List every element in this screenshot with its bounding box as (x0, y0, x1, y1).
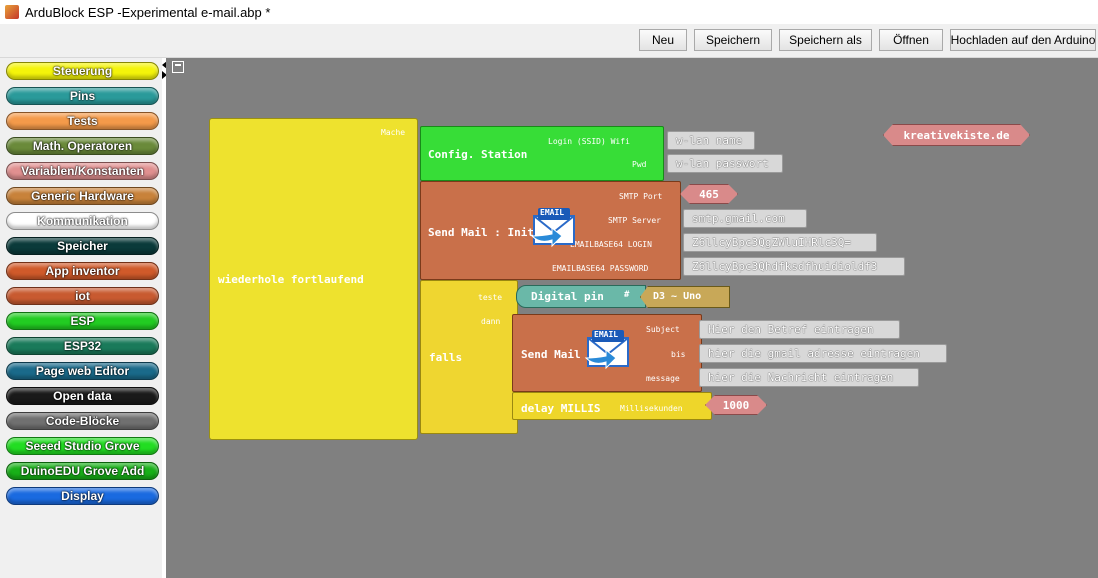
loop-socket-label: Mache (381, 128, 406, 137)
category-pins[interactable]: Pins (6, 87, 159, 105)
category-esp32[interactable]: ESP32 (6, 337, 159, 355)
pwd-label: Pwd (632, 160, 647, 169)
kreativekiste-label-block[interactable]: kreativekiste.de (883, 124, 1030, 146)
save-button[interactable]: Speichern (694, 29, 772, 51)
message-value[interactable]: hier die Nachricht eintragen (699, 368, 919, 387)
save-as-button[interactable]: Speichern als (779, 29, 872, 51)
open-button[interactable]: Öffnen (879, 29, 943, 51)
category-math-operatoren[interactable]: Math. Operatoren (6, 137, 159, 155)
digital-pin-label: Digital pin (531, 290, 604, 303)
digital-pin-hash: # (624, 290, 630, 300)
smtp-server-label: SMTP Server (608, 216, 661, 225)
category-duinoedu-grove-add[interactable]: DuinoEDU Grove Add (6, 462, 159, 480)
to-value[interactable]: hier die gmail adresse eintragen (699, 344, 947, 363)
config-station-label: Config. Station (428, 148, 528, 161)
category-iot[interactable]: iot (6, 287, 159, 305)
to-label: bis (671, 350, 686, 359)
new-button[interactable]: Neu (639, 29, 687, 51)
delay-ms-label: Millisekunden (620, 404, 683, 413)
login-value[interactable]: Z6llcyBpc3QgZWluIHRlc3Q= (683, 233, 877, 252)
block-palette: Steuerung Pins Tests Math. Operatoren Va… (0, 58, 162, 578)
category-open-data[interactable]: Open data (6, 387, 159, 405)
category-page-web-editor[interactable]: Page web Editor (6, 362, 159, 380)
category-kommunikation[interactable]: Kommunikation (6, 212, 159, 230)
smtp-port-label: SMTP Port (619, 192, 663, 201)
category-speicher[interactable]: Speicher (6, 237, 159, 255)
if-test-label: teste (478, 293, 503, 302)
ssid-label: Login (SSID) Wifi (548, 137, 630, 146)
loop-label: wiederhole fortlaufend (218, 273, 364, 286)
pin-value: D3 ~ Uno (653, 291, 702, 302)
pwd-value[interactable]: w-lan passwort (667, 154, 783, 173)
category-esp[interactable]: ESP (6, 312, 159, 330)
upload-button[interactable]: Hochladen auf den Arduino (950, 29, 1096, 51)
ssid-value[interactable]: w-lan name (667, 131, 755, 150)
send-mail-init-label: Send Mail : Init (428, 226, 534, 239)
collapse-all-icon[interactable] (172, 61, 184, 73)
email-send-icon-text: EMAIL (594, 330, 619, 339)
category-code-bloecke[interactable]: Code-Blöcke (6, 412, 159, 430)
category-variablen-konstanten[interactable]: Variablen/Konstanten (6, 162, 159, 180)
password-value[interactable]: Z6llcyBpc3Qhdfksdfhuidioldf3 (683, 257, 905, 276)
category-tests[interactable]: Tests (6, 112, 159, 130)
category-seeed-studio-grove[interactable]: Seeed Studio Grove (6, 437, 159, 455)
toolbar: Neu Speichern Speichern als Öffnen Hochl… (0, 24, 1098, 58)
window-title: ArduBlock ESP -Experimental e-mail.abp * (25, 4, 271, 20)
category-steuerung[interactable]: Steuerung (6, 62, 159, 80)
category-app-inventor[interactable]: App inventor (6, 262, 159, 280)
category-generic-hardware[interactable]: Generic Hardware (6, 187, 159, 205)
email-icon-text: EMAIL (540, 208, 565, 217)
subject-label: Subject (646, 325, 680, 334)
category-display[interactable]: Display (6, 487, 159, 505)
subject-value[interactable]: Hier den Betref eintragen (699, 320, 900, 339)
password-label: EMAILBASE64 PASSWORD (552, 264, 649, 273)
if-then-label: dann (481, 317, 501, 326)
delay-value[interactable]: 1000 (705, 395, 767, 415)
message-label: message (646, 374, 680, 383)
delay-label: delay MILLIS (521, 402, 601, 415)
if-label: falls (429, 351, 463, 364)
smtp-server-value[interactable]: smtp.gmail.com (683, 209, 807, 228)
workspace-canvas[interactable]: Mache wiederhole fortlaufend Config. Sta… (166, 58, 1098, 578)
login-label: EMAILBASE64 LOGIN (570, 240, 652, 249)
title-bar: ArduBlock ESP -Experimental e-mail.abp * (0, 0, 1098, 24)
java-app-icon (5, 5, 19, 19)
smtp-port-value[interactable]: 465 (680, 184, 738, 204)
